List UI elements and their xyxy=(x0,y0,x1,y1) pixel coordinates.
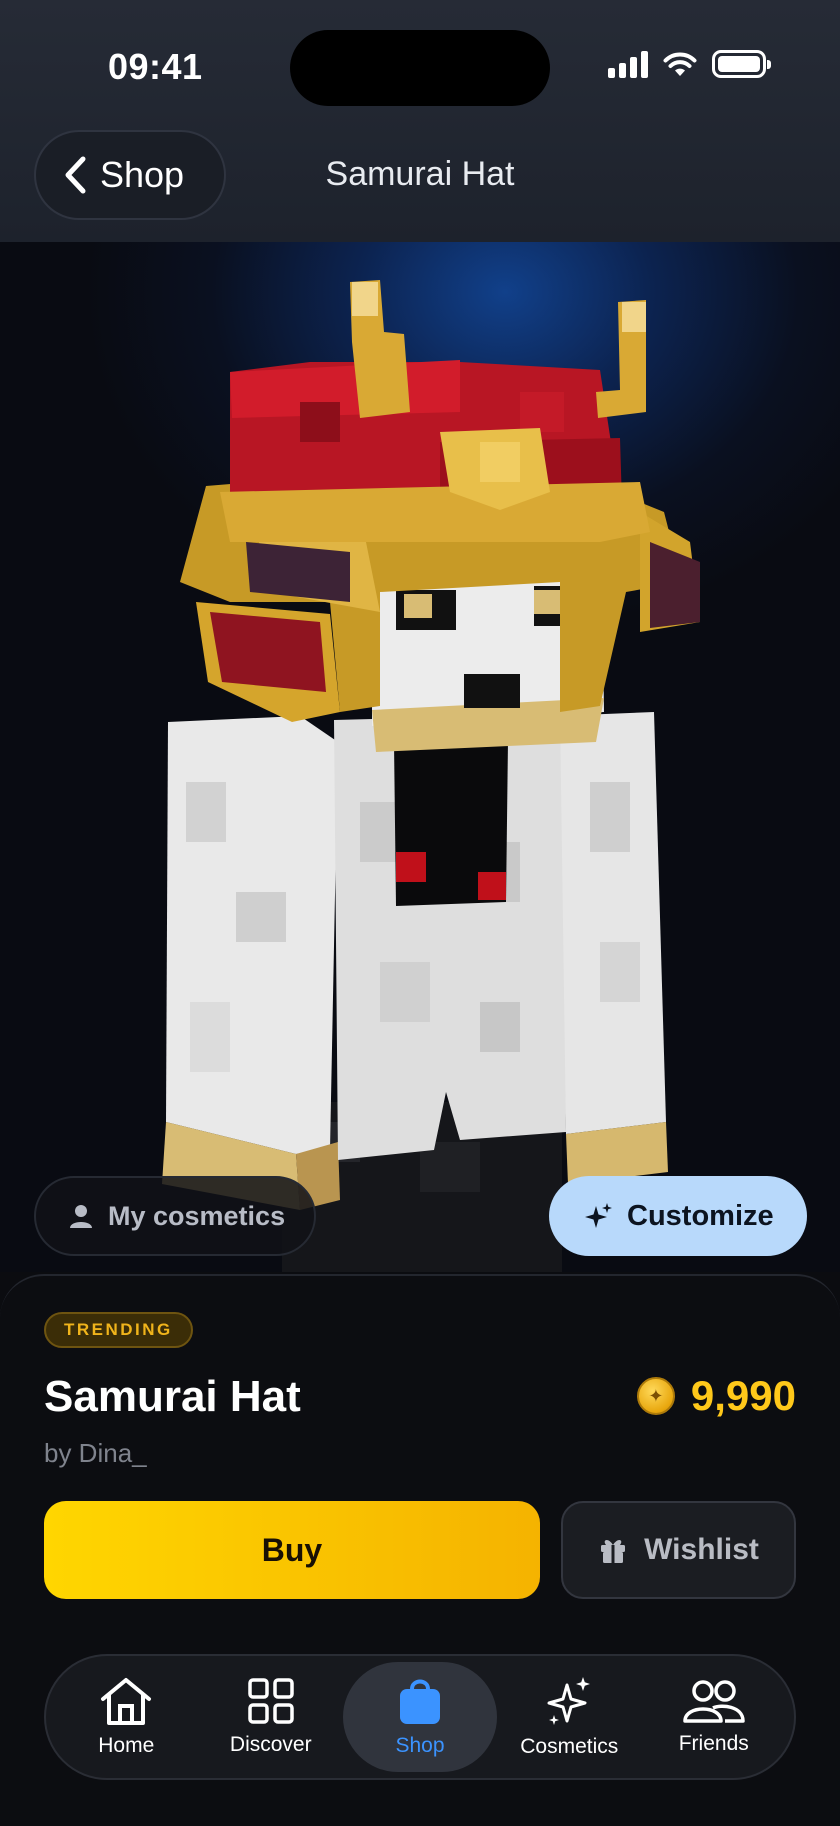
tab-shop-label: Shop xyxy=(395,1734,445,1757)
wishlist-button-label: Wishlist xyxy=(644,1533,759,1566)
product-creator: by Dina_ xyxy=(44,1438,147,1468)
tab-discover[interactable]: Discover xyxy=(199,1662,344,1772)
tab-discover-label: Discover xyxy=(229,1733,312,1756)
grid-icon xyxy=(248,1678,294,1724)
shopping-bag-icon xyxy=(400,1679,440,1724)
tab-home[interactable]: Home xyxy=(54,1662,199,1772)
tab-cosmetics-label: Cosmetics xyxy=(520,1735,619,1758)
bottom-tab-bar: Home Discover Shop Cosmetics Friends xyxy=(44,1654,796,1780)
person-icon xyxy=(70,1205,92,1228)
people-icon xyxy=(683,1680,745,1723)
page-title: Samurai Hat xyxy=(325,155,515,193)
tab-home-label: Home xyxy=(98,1734,155,1757)
price-amount: 9,990 xyxy=(690,1372,796,1419)
samurai-hat-avatar-render xyxy=(162,280,700,1272)
battery-icon xyxy=(712,50,771,78)
buy-button-label: Buy xyxy=(261,1531,323,1568)
status-time: 09:41 xyxy=(108,46,203,87)
buy-button[interactable]: Buy xyxy=(44,1501,540,1599)
wishlist-button[interactable]: Wishlist xyxy=(561,1501,796,1599)
gift-icon xyxy=(601,1540,626,1563)
tab-friends-label: Friends xyxy=(678,1732,749,1755)
tab-cosmetics[interactable]: Cosmetics xyxy=(497,1662,642,1772)
my-cosmetics-label: My cosmetics xyxy=(108,1200,286,1231)
product-name: Samurai Hat xyxy=(44,1372,301,1421)
tab-friends[interactable]: Friends xyxy=(642,1662,787,1772)
sparkles-icon xyxy=(585,1203,612,1228)
customize-button[interactable]: Customize xyxy=(549,1176,807,1256)
cellular-signal-icon xyxy=(608,50,648,78)
product-preview[interactable] xyxy=(0,242,840,1272)
dynamic-island xyxy=(290,30,550,106)
tab-shop[interactable]: Shop xyxy=(343,1662,497,1772)
sparkles-icon xyxy=(547,1677,591,1725)
product-price: ✦ 9,990 xyxy=(636,1372,796,1420)
trending-badge: TRENDING xyxy=(44,1312,193,1348)
top-bar: 09:41 Shop Samurai Hat xyxy=(0,0,840,242)
home-icon xyxy=(101,1678,152,1725)
coin-icon: ✦ xyxy=(636,1377,675,1415)
status-icons xyxy=(608,50,771,78)
wifi-icon xyxy=(663,52,697,76)
my-cosmetics-button[interactable]: My cosmetics xyxy=(34,1176,316,1256)
customize-label: Customize xyxy=(627,1199,774,1232)
